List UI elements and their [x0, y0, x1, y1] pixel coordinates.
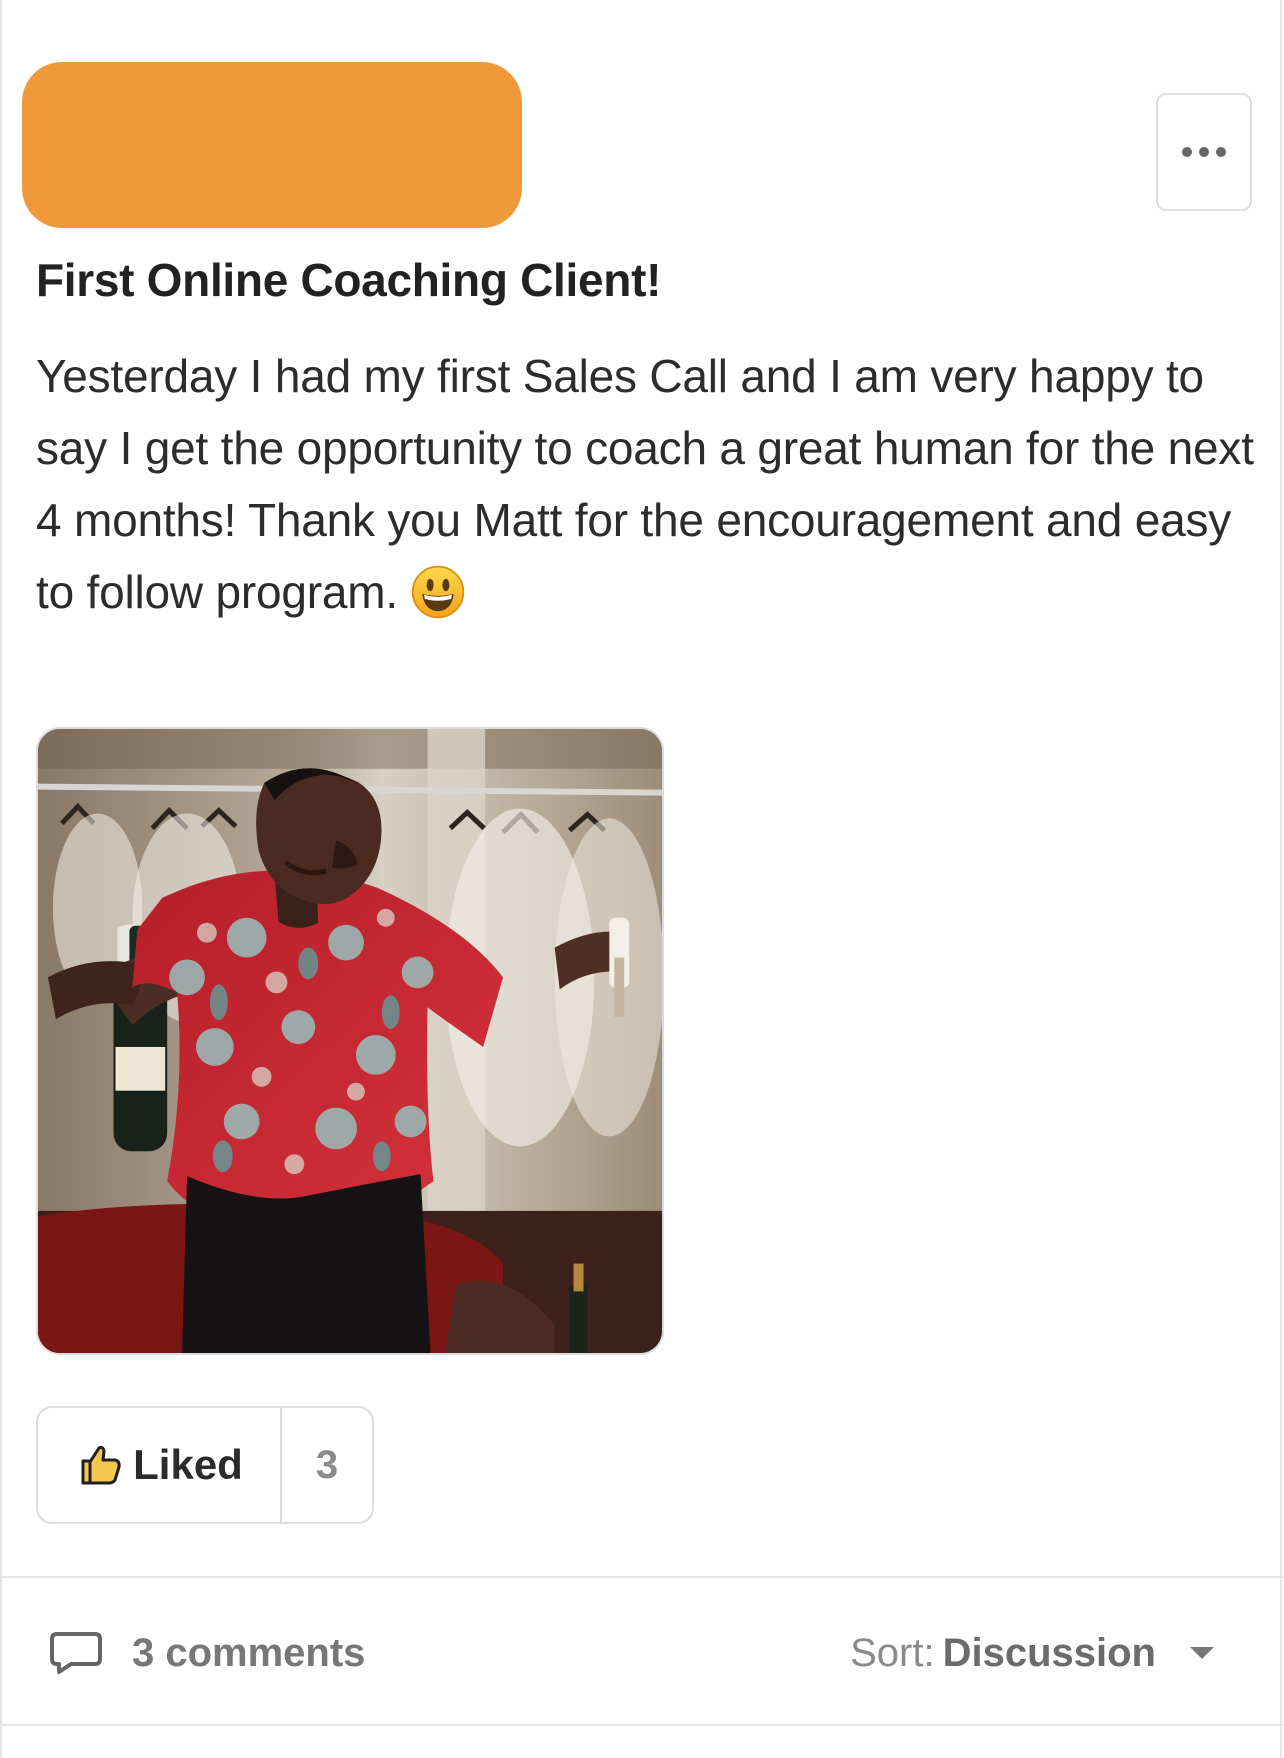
comments-link[interactable]: 3 comments: [48, 1625, 365, 1681]
post-title: First Online Coaching Client!: [36, 254, 662, 306]
grinning-face-emoji-icon: [411, 565, 465, 619]
post-body-text: Yesterday I had my first Sales Call and …: [36, 350, 1254, 618]
like-control: Liked 3: [36, 1406, 374, 1524]
liked-label: Liked: [133, 1441, 243, 1488]
comments-count-label: 3 comments: [132, 1630, 366, 1675]
sort-value: Discussion: [942, 1630, 1156, 1675]
redacted-author-block: [22, 62, 522, 228]
post-card: First Online Coaching Client! Yesterday …: [0, 0, 1284, 1758]
speech-bubble-icon: [50, 1632, 102, 1674]
more-options-icon: [1182, 147, 1226, 157]
caret-down-icon: [1190, 1647, 1214, 1659]
post-gif-image[interactable]: [36, 727, 664, 1355]
celebration-gif-image: [38, 729, 662, 1353]
more-options-button[interactable]: [1156, 93, 1252, 211]
sort-prefix: Sort:: [850, 1630, 935, 1675]
like-count[interactable]: 3: [282, 1408, 372, 1522]
post-body: Yesterday I had my first Sales Call and …: [36, 340, 1256, 628]
comments-section-divider: [2, 1576, 1284, 1578]
sort-dropdown[interactable]: Sort: Discussion: [850, 1625, 1216, 1681]
footer-bottom-divider: [2, 1724, 1284, 1726]
liked-button[interactable]: Liked: [38, 1408, 280, 1522]
thumbs-up-icon: [81, 1445, 121, 1485]
